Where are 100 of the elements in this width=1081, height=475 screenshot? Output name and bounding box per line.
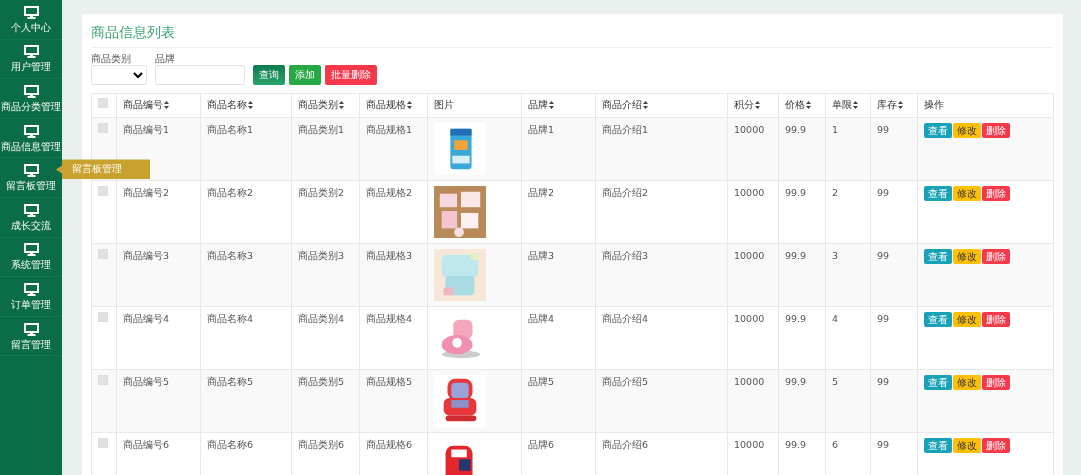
- edit-button[interactable]: 修改: [953, 375, 981, 391]
- sidebar-item[interactable]: 留言板管理: [6, 180, 56, 192]
- sidebar-item[interactable]: 个人中心: [11, 21, 51, 33]
- table-cell: 品牌5: [528, 376, 555, 387]
- column-header: 图片: [434, 99, 454, 111]
- sort-icon[interactable]: [898, 101, 903, 110]
- edit-button[interactable]: 修改: [953, 123, 981, 139]
- table-cell: 10000: [734, 124, 765, 135]
- column-header[interactable]: 价格: [785, 99, 805, 111]
- sort-icon[interactable]: [853, 101, 858, 110]
- table-cell: 1: [832, 124, 839, 135]
- table-cell: 商品编号1: [123, 124, 170, 135]
- edit-button[interactable]: 修改: [953, 312, 981, 328]
- column-header[interactable]: 商品介绍: [602, 99, 642, 111]
- monitor-icon: [23, 282, 39, 296]
- checkbox[interactable]: [98, 312, 108, 322]
- sidebar-item[interactable]: 系统管理: [11, 259, 51, 271]
- delete-button[interactable]: 删除: [982, 438, 1010, 454]
- delete-button[interactable]: 删除: [982, 249, 1010, 265]
- table-cell: 99: [877, 439, 890, 450]
- table-cell: 品牌6: [528, 439, 555, 450]
- sidebar-item[interactable]: 商品分类管理: [1, 101, 61, 112]
- table-cell: 商品类别5: [298, 376, 345, 387]
- table-cell: 10000: [734, 439, 765, 450]
- table-cell: 99: [877, 187, 890, 198]
- search-button[interactable]: 查询: [253, 65, 285, 85]
- table-cell: 99: [877, 124, 890, 135]
- checkbox[interactable]: [98, 438, 108, 448]
- table-cell: 商品编号2: [123, 187, 170, 198]
- table-cell: 商品规格3: [366, 250, 413, 261]
- column-header[interactable]: 库存: [877, 99, 897, 111]
- table-cell: 品牌1: [528, 124, 555, 135]
- page-title: 商品信息列表: [91, 22, 1054, 48]
- table-cell: 99.9: [785, 439, 807, 450]
- sidebar-item[interactable]: 成长交流: [11, 219, 51, 231]
- table-cell: 商品介绍1: [602, 124, 649, 135]
- table-cell: 商品编号3: [123, 250, 170, 261]
- table-cell: 商品类别1: [298, 124, 345, 135]
- table-cell: 5: [832, 376, 839, 387]
- table-cell: 10000: [734, 250, 765, 261]
- table-cell: 商品类别4: [298, 313, 345, 324]
- sidebar-item[interactable]: 留言管理: [11, 338, 51, 350]
- checkbox[interactable]: [98, 249, 108, 259]
- sort-icon[interactable]: [248, 101, 253, 110]
- table-cell: 10000: [734, 313, 765, 324]
- table-cell: 商品介绍6: [602, 439, 649, 450]
- table-cell: 商品规格1: [366, 124, 413, 135]
- table-cell: 2: [832, 187, 839, 198]
- sidebar-item[interactable]: 订单管理: [11, 298, 51, 310]
- table-cell: 6: [832, 439, 839, 450]
- monitor-icon: [23, 243, 39, 257]
- table-cell: 商品规格2: [366, 187, 413, 198]
- column-header[interactable]: 积分: [734, 99, 754, 111]
- edit-button[interactable]: 修改: [953, 438, 981, 454]
- column-header: 操作: [924, 99, 944, 111]
- sort-icon[interactable]: [806, 101, 811, 110]
- monitor-icon: [23, 124, 39, 138]
- delete-button[interactable]: 删除: [982, 186, 1010, 202]
- table-cell: 商品名称1: [207, 124, 254, 135]
- checkbox[interactable]: [98, 186, 108, 196]
- table-cell: 商品介绍5: [602, 376, 649, 387]
- monitor-icon: [23, 164, 39, 178]
- table-cell: 品牌4: [528, 313, 555, 324]
- sidebar-item[interactable]: 用户管理: [11, 61, 51, 73]
- table-cell: 10000: [734, 376, 765, 387]
- sort-icon[interactable]: [549, 101, 554, 110]
- sort-icon[interactable]: [643, 101, 648, 110]
- table-cell: 4: [832, 313, 839, 324]
- monitor-icon: [23, 203, 39, 217]
- brand-field[interactable]: [155, 65, 245, 85]
- checkbox[interactable]: [98, 98, 108, 109]
- table-cell: 商品编号5: [123, 376, 170, 387]
- sort-icon[interactable]: [755, 101, 760, 110]
- checkbox[interactable]: [98, 375, 108, 385]
- sidebar-item[interactable]: 商品信息管理: [1, 140, 61, 152]
- edit-button[interactable]: 修改: [953, 186, 981, 202]
- delete-button[interactable]: 删除: [982, 375, 1010, 391]
- table-cell: 3: [832, 250, 839, 261]
- table-cell: 99: [877, 376, 890, 387]
- table-cell: 商品名称6: [207, 439, 254, 450]
- table-cell: 99: [877, 313, 890, 324]
- delete-button[interactable]: 删除: [982, 312, 1010, 328]
- table-cell: 99.9: [785, 124, 807, 135]
- edit-button[interactable]: 修改: [953, 249, 981, 265]
- table-cell: 99.9: [785, 376, 807, 387]
- sort-icon[interactable]: [407, 101, 412, 110]
- table-cell: 10000: [734, 187, 765, 198]
- sort-icon[interactable]: [164, 101, 169, 110]
- table-cell: 99.9: [785, 250, 807, 261]
- checkbox[interactable]: [98, 123, 108, 133]
- field-label: 品牌: [155, 53, 176, 65]
- delete-button[interactable]: 删除: [982, 123, 1010, 139]
- column-header[interactable]: 品牌: [528, 99, 548, 111]
- table-cell: 品牌3: [528, 250, 555, 261]
- delete-button[interactable]: 批量删除: [325, 65, 377, 85]
- tooltip: 留言板管理: [56, 159, 150, 180]
- category-select[interactable]: [91, 65, 147, 85]
- table-cell: 商品介绍4: [602, 313, 649, 324]
- sort-icon[interactable]: [339, 101, 344, 110]
- table-cell: 99.9: [785, 187, 807, 198]
